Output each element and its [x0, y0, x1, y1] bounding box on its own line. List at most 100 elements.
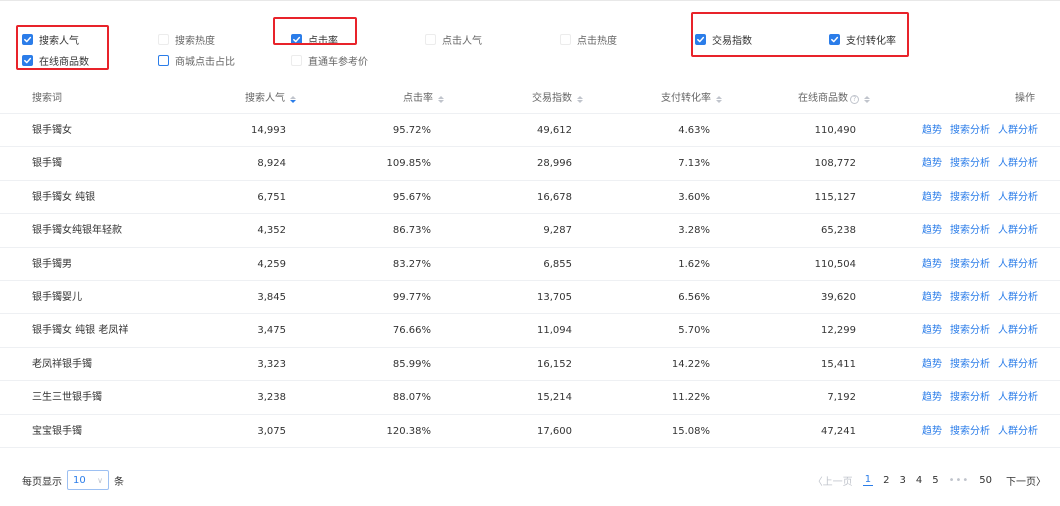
checkbox-checked[interactable]	[22, 33, 33, 45]
cell-online-items: 110,504	[814, 258, 856, 270]
table-row: 银手镯女纯银年轻款 4,352 86.73% 9,287 3.28% 65,238 趋势 搜索…	[0, 214, 1060, 248]
row-actions: 趋势 搜索分析 人群分析	[922, 381, 1038, 414]
col-header-trade-index[interactable]: 交易指数	[532, 84, 583, 114]
trend-link[interactable]: 趋势	[922, 292, 942, 303]
page-button[interactable]: 3	[899, 475, 905, 486]
cell-keyword: 银手镯	[32, 158, 62, 170]
cell-search-popularity: 4,259	[257, 258, 286, 270]
cell-search-popularity: 3,075	[257, 425, 286, 437]
checkbox-unchecked[interactable]	[425, 33, 436, 45]
checkbox-unchecked[interactable]	[158, 33, 169, 45]
search-analysis-link[interactable]: 搜索分析	[950, 125, 990, 136]
checkbox-unchecked[interactable]	[560, 33, 571, 45]
search-analysis-link[interactable]: 搜索分析	[950, 359, 990, 370]
checkbox-checked[interactable]	[695, 33, 706, 45]
help-icon[interactable]: ?	[850, 94, 859, 104]
cell-keyword: 银手镯女	[32, 125, 72, 136]
filter-search-popularity[interactable]: 搜索人气	[22, 32, 79, 47]
crowd-analysis-link[interactable]: 人群分析	[998, 392, 1038, 403]
page-size-select[interactable]: 10 ∨	[67, 470, 109, 490]
pagination-ellipsis[interactable]: •••	[949, 475, 970, 486]
trend-link[interactable]: 趋势	[922, 259, 942, 270]
filter-click-popularity[interactable]: 点击人气	[425, 32, 482, 47]
checkbox-checked[interactable]	[291, 33, 302, 45]
crowd-analysis-link[interactable]: 人群分析	[998, 359, 1038, 370]
cell-search-popularity: 3,845	[257, 291, 286, 303]
search-analysis-link[interactable]: 搜索分析	[950, 192, 990, 203]
row-actions: 趋势 搜索分析 人群分析	[922, 415, 1038, 448]
filter-ctr[interactable]: 点击率	[291, 32, 338, 47]
crowd-analysis-link[interactable]: 人群分析	[998, 325, 1038, 336]
sort-icon[interactable]	[577, 95, 583, 103]
checkbox-unchecked[interactable]	[158, 54, 169, 66]
search-analysis-link[interactable]: 搜索分析	[950, 392, 990, 403]
trend-link[interactable]: 趋势	[922, 225, 942, 236]
filter-pay-conversion[interactable]: 支付转化率	[829, 32, 896, 47]
search-analysis-link[interactable]: 搜索分析	[950, 259, 990, 270]
prev-page-button[interactable]: 〈上一页	[813, 473, 853, 488]
cell-ctr: 120.38%	[386, 425, 432, 437]
crowd-analysis-link[interactable]: 人群分析	[998, 192, 1038, 203]
cell-keyword: 银手镯女 纯银 老凤祥	[32, 325, 129, 337]
next-page-button[interactable]: 下一页〉	[1006, 473, 1046, 488]
search-analysis-link[interactable]: 搜索分析	[950, 225, 990, 236]
filter-online-items[interactable]: 在线商品数	[22, 53, 89, 68]
trend-link[interactable]: 趋势	[922, 325, 942, 336]
trend-link[interactable]: 趋势	[922, 392, 942, 403]
search-analysis-link[interactable]: 搜索分析	[950, 292, 990, 303]
page-button-last[interactable]: 50	[979, 475, 992, 486]
col-header-search-popularity[interactable]: 搜索人气	[245, 84, 296, 114]
col-header-ctr[interactable]: 点击率	[403, 84, 444, 114]
filter-label: 点击率	[308, 35, 338, 47]
cell-search-popularity: 6,751	[257, 191, 286, 203]
page-button[interactable]: 4	[916, 475, 922, 486]
filter-search-heat[interactable]: 搜索热度	[158, 32, 215, 47]
trend-link[interactable]: 趋势	[922, 359, 942, 370]
sort-icon[interactable]	[438, 95, 444, 103]
crowd-analysis-link[interactable]: 人群分析	[998, 158, 1038, 169]
crowd-analysis-link[interactable]: 人群分析	[998, 225, 1038, 236]
search-analysis-link[interactable]: 搜索分析	[950, 426, 990, 437]
page-button[interactable]: 5	[932, 475, 938, 486]
trend-link[interactable]: 趋势	[922, 158, 942, 169]
cell-online-items: 12,299	[821, 325, 856, 337]
trend-link[interactable]: 趋势	[922, 192, 942, 203]
table-row: 银手镯婴儿 3,845 99.77% 13,705 6.56% 39,620 趋势 搜索分析人…	[0, 281, 1060, 315]
cell-search-popularity: 3,238	[257, 392, 286, 404]
cell-online-items: 47,241	[821, 425, 856, 437]
cell-pay-conversion: 6.56%	[678, 291, 710, 303]
checkbox-checked[interactable]	[22, 54, 33, 66]
page-button[interactable]: 2	[883, 475, 889, 486]
cell-keyword: 老凤祥银手镯	[32, 358, 92, 370]
page-button-current[interactable]: 1	[862, 474, 874, 486]
crowd-analysis-link[interactable]: 人群分析	[998, 426, 1038, 437]
filter-ztc-price[interactable]: 直通车参考价	[291, 53, 368, 68]
sort-icon[interactable]	[716, 95, 722, 103]
filter-label: 在线商品数	[39, 56, 89, 68]
sort-icon[interactable]	[290, 95, 296, 103]
filter-trade-index[interactable]: 交易指数	[695, 32, 752, 47]
filter-mall-click-ratio[interactable]: 商城点击占比	[158, 53, 235, 68]
search-analysis-link[interactable]: 搜索分析	[950, 325, 990, 336]
sort-icon[interactable]	[864, 95, 870, 103]
checkbox-checked[interactable]	[829, 33, 840, 45]
crowd-analysis-link[interactable]: 人群分析	[998, 125, 1038, 136]
per-page-suffix: 条	[114, 476, 124, 488]
row-actions: 趋势 搜索分析 人群分析	[922, 248, 1038, 281]
trend-link[interactable]: 趋势	[922, 426, 942, 437]
search-analysis-link[interactable]: 搜索分析	[950, 158, 990, 169]
cell-pay-conversion: 3.60%	[678, 191, 710, 203]
cell-online-items: 15,411	[821, 358, 856, 370]
col-header-online-items[interactable]: 在线商品数 ?	[798, 84, 870, 114]
crowd-analysis-link[interactable]: 人群分析	[998, 259, 1038, 270]
filter-click-heat[interactable]: 点击热度	[560, 32, 617, 47]
col-header-pay-conversion[interactable]: 支付转化率	[661, 84, 722, 114]
cell-trade-index: 16,678	[537, 191, 572, 203]
crowd-analysis-link[interactable]: 人群分析	[998, 292, 1038, 303]
trend-link[interactable]: 趋势	[922, 125, 942, 136]
row-actions: 趋势 搜索分析 人群分析	[922, 147, 1038, 180]
cell-trade-index: 49,612	[537, 125, 572, 136]
cell-online-items: 39,620	[821, 291, 856, 303]
cell-search-popularity: 3,475	[257, 325, 286, 337]
checkbox-unchecked[interactable]	[291, 54, 302, 66]
